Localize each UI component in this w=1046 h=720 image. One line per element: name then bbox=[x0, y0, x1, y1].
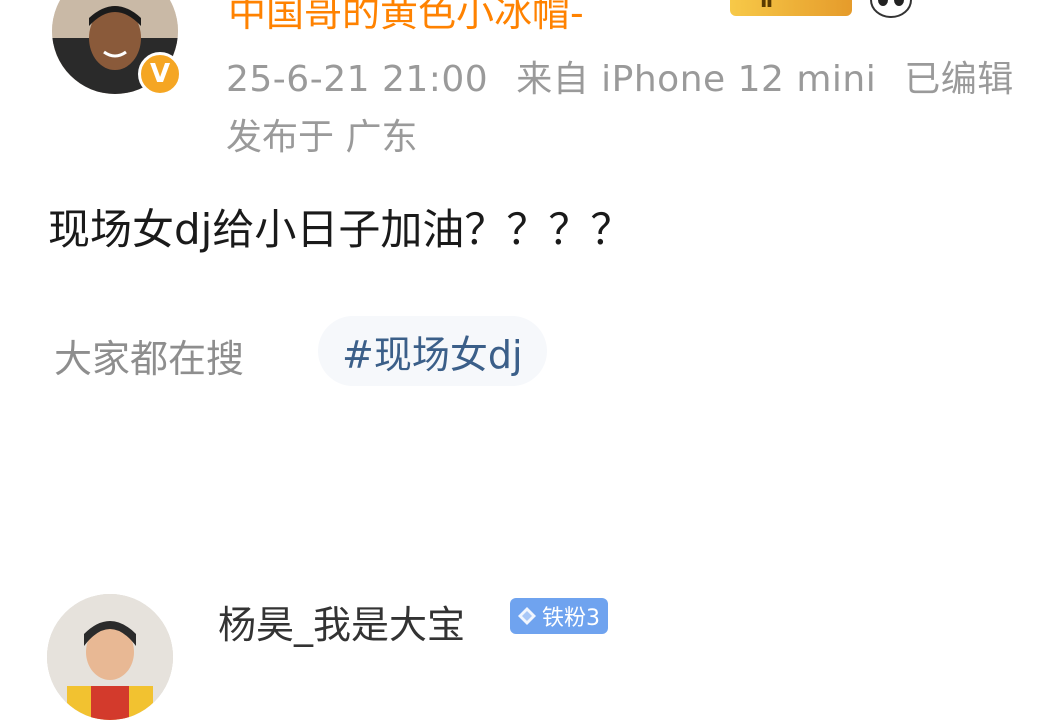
post-timestamp: 25-6-21 21:00 bbox=[226, 59, 489, 100]
commenter-avatar[interactable] bbox=[47, 594, 173, 720]
post-source: 来自 iPhone 12 mini bbox=[516, 59, 877, 100]
commenter-name[interactable]: 杨昊_我是大宝 bbox=[218, 594, 465, 649]
level-badge-label: Ⅱ bbox=[760, 0, 774, 12]
post-author-name[interactable]: 中国哥的黄色小冰帽- bbox=[228, 0, 584, 35]
fan-badge-label: 铁粉3 bbox=[542, 606, 600, 631]
post-edited-label[interactable]: 已编辑 bbox=[904, 59, 1014, 100]
panda-icon bbox=[868, 0, 914, 18]
level-crown-icon: Ⅱ bbox=[730, 0, 852, 16]
hashtag-chip[interactable]: #现场女dj bbox=[318, 316, 547, 386]
trending-search-label: 大家都在搜 bbox=[54, 337, 245, 381]
verified-v-icon: V bbox=[138, 52, 182, 96]
fan-badge: 铁粉3 bbox=[510, 598, 608, 634]
post-location: 发布于 广东 bbox=[226, 117, 418, 158]
post-meta: 25-6-21 21:00 来自 iPhone 12 mini 已编辑 bbox=[226, 50, 1014, 102]
diamond-icon bbox=[518, 607, 536, 625]
post-text: 现场女dj给小日子加油？？？？ bbox=[48, 205, 633, 254]
